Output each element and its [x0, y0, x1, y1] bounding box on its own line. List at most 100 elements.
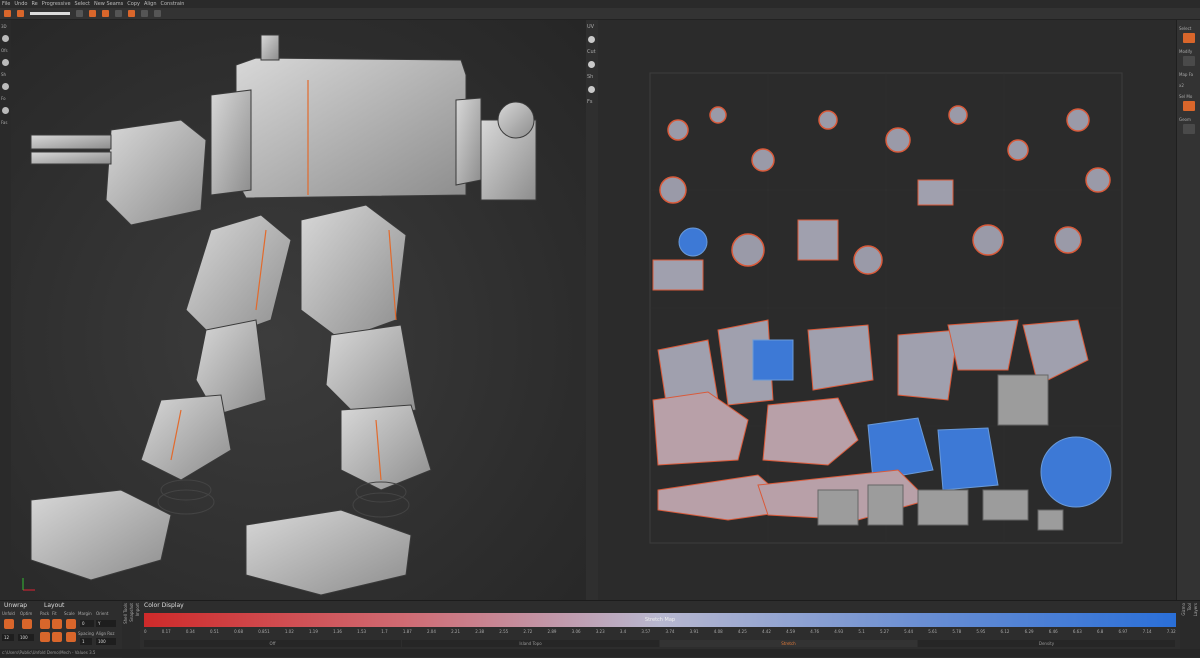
color-mode-bar: Off Island Topo Stretch Density: [144, 640, 1176, 647]
fit-label: Fit: [52, 611, 57, 616]
stretch-tick-27: 4.59: [786, 629, 795, 634]
progressive-slider[interactable]: [30, 12, 70, 15]
mode-off[interactable]: Off: [144, 640, 401, 647]
stretch-tick-20: 3.4: [619, 629, 627, 634]
texture-toggle-icon[interactable]: [2, 83, 9, 90]
viewport-divider[interactable]: UV Cut Sh Fs: [586, 20, 598, 600]
stretch-tick-41: 6.97: [1118, 629, 1128, 634]
tab-shell-tools[interactable]: Shell Tools: [123, 603, 128, 624]
scale-label: Scale: [64, 611, 75, 616]
stretch-tick-17: 2.89: [547, 629, 557, 634]
menu-progressive[interactable]: Progressive: [42, 1, 71, 7]
stretch-tick-16: 2.72: [523, 629, 533, 634]
geom-icon[interactable]: [1183, 124, 1195, 134]
stretch-tick-3: 0.51: [209, 629, 219, 634]
viewport-3d[interactable]: [11, 20, 586, 600]
align-icon[interactable]: [128, 10, 135, 17]
stretch-tick-26: 4.42: [761, 629, 771, 634]
orient-dropdown[interactable]: Y: [96, 620, 116, 627]
stretch-tick-30: 5.1: [858, 629, 865, 634]
menu-new-seams[interactable]: New Seams: [94, 1, 123, 7]
stretch-tick-11: 1.87: [402, 629, 412, 634]
stretch-tick-40: 6.8: [1096, 629, 1104, 634]
margin-input[interactable]: 0: [80, 620, 94, 627]
margin-label: Margin: [78, 611, 92, 616]
select-tool-icon[interactable]: [1183, 33, 1195, 43]
fit-island-button[interactable]: [52, 632, 62, 642]
label-cut: Cut: [587, 49, 596, 55]
tab-gizmo[interactable]: Gizmo: [1181, 603, 1186, 616]
stretch-tick-2: 0.34: [185, 629, 195, 634]
redo-icon[interactable]: [17, 10, 24, 17]
stretch-map-gradient[interactable]: Stretch Map: [144, 613, 1176, 627]
modify-tool-icon[interactable]: [1183, 56, 1195, 66]
fit-button[interactable]: [52, 619, 62, 629]
align-roz-label: Align Roz: [96, 631, 115, 636]
spacing-input[interactable]: 1: [80, 638, 92, 645]
uv-grid-icon[interactable]: [588, 61, 595, 68]
map-value[interactable]: x2: [1179, 83, 1199, 88]
select-mode-icon[interactable]: [76, 10, 83, 17]
stretch-tick-36: 6.12: [1000, 629, 1010, 634]
menu-constrain[interactable]: Constrain: [161, 1, 185, 7]
cut-icon[interactable]: [89, 10, 96, 17]
label-modify: Modify: [1179, 49, 1193, 54]
iterations-input[interactable]: 12: [2, 634, 14, 641]
menu-file[interactable]: File: [2, 1, 10, 7]
menu-redo[interactable]: Re: [31, 1, 37, 7]
tab-snapshot[interactable]: Snapshot: [129, 603, 134, 622]
stretch-tick-7: 1.19: [308, 629, 318, 634]
stretch-tick-5: 0.851: [258, 629, 270, 634]
menu-align[interactable]: Align: [144, 1, 157, 7]
uv-shading-icon[interactable]: [588, 36, 595, 43]
mode-island-topo[interactable]: Island Topo: [402, 640, 659, 647]
scale-button[interactable]: [66, 619, 76, 629]
quality-input[interactable]: 100: [18, 634, 34, 641]
label-geom: Geom: [1179, 117, 1191, 122]
mode-density[interactable]: Density: [918, 640, 1175, 647]
wireframe-toggle-icon[interactable]: [2, 59, 9, 66]
stretch-tick-14: 2.38: [475, 629, 485, 634]
light-toggle-icon[interactable]: [2, 107, 9, 114]
scale-island-button[interactable]: [66, 632, 76, 642]
pack-button[interactable]: [40, 619, 50, 629]
menu-copy[interactable]: Copy: [127, 1, 140, 7]
sel-mode-icon[interactable]: [1183, 101, 1195, 111]
stretch-tick-10: 1.7: [381, 629, 388, 634]
stretch-tick-9: 1.53: [357, 629, 367, 634]
right-tool-strip: Select Modify Map Fa x2 Sel Mo Geom: [1176, 20, 1200, 612]
stretch-tick-8: 1.36: [333, 629, 342, 634]
tab-tool[interactable]: Tool: [1187, 603, 1192, 611]
constrain-icon[interactable]: [141, 10, 148, 17]
unfold-button[interactable]: [4, 619, 14, 629]
tab-layers[interactable]: Layers: [1193, 603, 1198, 616]
label-ofs: Ofs: [1, 48, 8, 53]
shading-toggle-icon[interactable]: [2, 35, 9, 42]
menu-select[interactable]: Select: [75, 1, 90, 7]
stretch-tick-43: 7.32: [1166, 629, 1176, 634]
weld-icon[interactable]: [102, 10, 109, 17]
stretch-map-label: Stretch Map: [644, 617, 676, 623]
copy-icon[interactable]: [115, 10, 122, 17]
mode-stretch[interactable]: Stretch: [660, 640, 917, 647]
undo-icon[interactable]: [4, 10, 11, 17]
viewport-uv[interactable]: [598, 20, 1176, 600]
stretch-tick-42: 7.14: [1142, 629, 1152, 634]
pack-island-button[interactable]: [40, 632, 50, 642]
menu-undo[interactable]: Undo: [14, 1, 27, 7]
stretch-tick-35: 5.95: [976, 629, 986, 634]
stretch-tick-4: 0.68: [234, 629, 243, 634]
stretch-tick-19: 3.23: [595, 629, 605, 634]
stretch-tick-33: 5.61: [928, 629, 938, 634]
label-3d: 3D: [1, 24, 7, 29]
stretch-tick-23: 3.91: [689, 629, 699, 634]
stretch-tick-37: 6.29: [1024, 629, 1034, 634]
optimize-button[interactable]: [22, 619, 32, 629]
unwrap-title: Unwrap: [4, 602, 28, 609]
stretch-tick-24: 4.08: [713, 629, 723, 634]
pin-icon[interactable]: [154, 10, 161, 17]
label-sel-mo: Sel Mo: [1179, 94, 1193, 99]
uv-checker-icon[interactable]: [588, 86, 595, 93]
stretch-tick-29: 4.93: [834, 629, 844, 634]
align-input[interactable]: 100: [96, 638, 116, 645]
